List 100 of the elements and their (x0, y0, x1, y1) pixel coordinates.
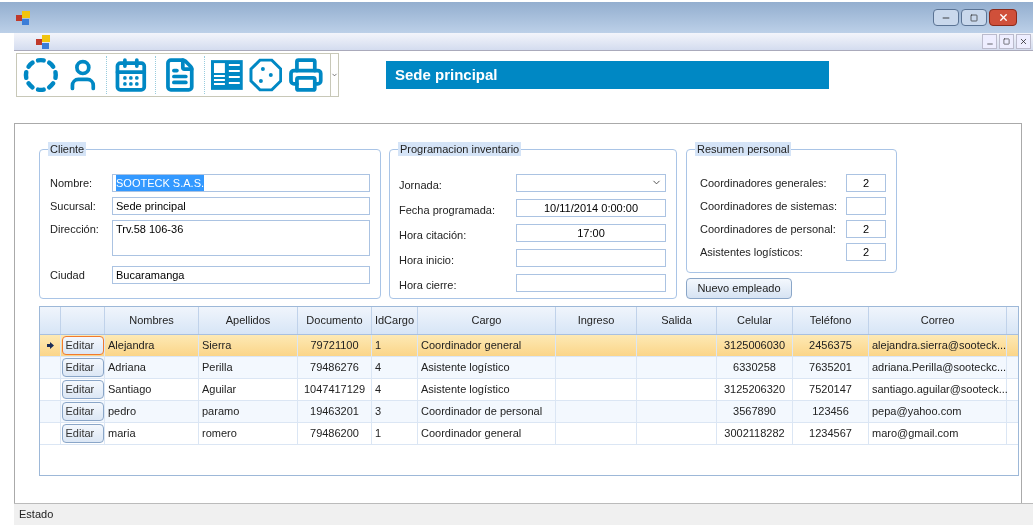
group-title: Resumen personal (695, 142, 792, 156)
table-cell-text: 79486200 (310, 426, 359, 442)
minimize-icon (985, 40, 994, 48)
status-text: Estado (19, 507, 54, 523)
field-label: Coordinadores generales: (700, 175, 828, 191)
table-cell-text: 19463201 (310, 404, 359, 420)
column-header[interactable]: IdCargo (372, 307, 418, 334)
table-cell-text: paramo (202, 404, 240, 420)
dropdown-field[interactable] (516, 174, 666, 192)
text-field[interactable]: 10/11/2014 0:00:00 (516, 199, 666, 217)
table-cell-text: 1 (375, 426, 382, 442)
table-cell-text: 79486276 (310, 360, 359, 376)
minimize-button[interactable] (933, 9, 959, 26)
close-button[interactable] (1016, 34, 1031, 49)
table-cell-text: Perilla (202, 360, 233, 376)
text-field[interactable]: 2 (846, 174, 886, 192)
field-label: Asistentes logísticos: (700, 244, 804, 260)
table-cell-text: 3002118282 (724, 426, 785, 442)
table-cell-text: 2456375 (809, 338, 852, 354)
text-field[interactable] (516, 249, 666, 267)
edit-button[interactable]: Editar (61, 380, 104, 399)
table-cell-text: pepa@yahoo.com (872, 404, 962, 420)
table-cell-text: adriana.Perilla@sooteckc... (872, 360, 1007, 376)
edit-button[interactable]: Editar (61, 424, 104, 443)
table-cell-text: 1234567 (809, 426, 852, 442)
table-cell-text: 123456 (812, 404, 849, 420)
table-cell-text: 1 (375, 338, 382, 354)
close-button[interactable] (989, 9, 1017, 26)
field-label: Dirección: (50, 222, 100, 237)
column-header[interactable]: Celular (717, 307, 793, 334)
column-header[interactable]: Nombres (105, 307, 199, 334)
table-icon[interactable] (210, 60, 243, 90)
restore-icon (1003, 38, 1010, 45)
field-label: Sucursal: (50, 199, 97, 214)
table-row[interactable]: Editar Alejandra Sierra 79721100 1 Coordinador general 3125006030 2456375 alejandra.sierra@sooteck... (40, 335, 1018, 357)
table-cell-text: Aguilar (202, 382, 237, 398)
column-header[interactable]: Documento (298, 307, 372, 334)
dashed-circle-icon[interactable] (23, 57, 59, 93)
column-header[interactable]: Correo (869, 307, 1007, 334)
table-cell-text: Adriana (108, 360, 146, 376)
table-cell-text: pedro (108, 404, 137, 420)
table-cell-text: maro@gmail.com (872, 426, 959, 442)
text-field[interactable]: Sede principal (112, 197, 370, 215)
field-label: Coordinadores de sistemas: (700, 198, 838, 214)
text-field[interactable]: Trv.58 106-36 (112, 220, 370, 256)
overflow-icon[interactable] (331, 71, 338, 79)
minimize-button[interactable] (982, 34, 997, 49)
table-cell-text: 1047417129 (303, 382, 366, 398)
printer-icon[interactable] (288, 57, 324, 93)
current-row-icon (46, 342, 54, 349)
close-icon (997, 12, 1009, 23)
document-icon (36, 34, 50, 49)
text-field[interactable] (516, 274, 666, 292)
column-header[interactable]: Apellidos (199, 307, 298, 334)
app-icon (16, 10, 30, 25)
octagon-icon[interactable] (248, 58, 283, 92)
maximize-icon (970, 13, 978, 22)
table-cell-text: 4 (375, 382, 382, 398)
table-cell-text: romero (202, 426, 237, 442)
table-cell-text: Coordinador general (421, 338, 522, 354)
table-row[interactable]: Editar Adriana Perilla 79486276 4 Asistente logístico 6330258 7635201 adriana.Perilla@sooteckc... (40, 357, 1018, 379)
table-cell-text: 6330258 (733, 360, 776, 376)
table-cell-text: 3125006030 (723, 338, 786, 354)
field-label: Hora inicio: (399, 253, 456, 268)
text-field[interactable]: 2 (846, 243, 886, 261)
table-cell-text: Coordinador general (421, 426, 522, 442)
table-row[interactable]: Editar Santiago Aguilar 1047417129 4 Asistente logístico 3125206320 7520147 santiago.aguilar@sooteck... (40, 379, 1018, 401)
table-cell-text: Asistente logístico (421, 360, 510, 376)
column-header[interactable]: Cargo (418, 307, 556, 334)
column-header[interactable]: Ingreso (556, 307, 637, 334)
group-title: Cliente (48, 142, 87, 156)
table-cell-text: Santiago (108, 382, 152, 398)
text-field[interactable] (846, 197, 886, 215)
table-cell-text: 4 (375, 360, 382, 376)
maximize-button[interactable] (961, 9, 987, 26)
table-row[interactable]: Editar pedro paramo 19463201 3 Coordinador de personal 3567890 123456 pepa@yahoo.com (40, 401, 1018, 423)
table-cell-text: maria (108, 426, 136, 442)
table-cell-text: alejandra.sierra@sooteck... (872, 338, 1007, 354)
table-cell-text: 7520147 (809, 382, 852, 398)
text-field[interactable]: 2 (846, 220, 886, 238)
text-field[interactable]: Bucaramanga (112, 266, 370, 284)
location-banner: Sede principal (386, 61, 829, 89)
column-header[interactable]: Salida (637, 307, 717, 334)
column-header[interactable]: Teléfono (793, 307, 869, 334)
field-label: Coordinadores de personal: (700, 221, 837, 237)
group-title: Programacion inventario (398, 142, 522, 156)
new-employee-button[interactable]: Nuevo empleado (686, 278, 792, 299)
field-label: Nombre: (50, 176, 94, 191)
table-cell-text: 7635201 (809, 360, 852, 376)
table-cell-text: Coordinador de personal (421, 404, 543, 420)
field-label: Hora citación: (399, 228, 468, 243)
table-cell-text: santiago.aguilar@sooteck... (872, 382, 1008, 398)
text-field[interactable]: 17:00 (516, 224, 666, 242)
edit-button[interactable]: Editar (61, 336, 104, 355)
table-cell-text: 79721100 (310, 338, 359, 354)
field-label: Jornada: (399, 178, 443, 193)
field-label: Ciudad (50, 268, 86, 283)
edit-button[interactable]: Editar (61, 358, 104, 377)
edit-button[interactable]: Editar (61, 402, 104, 421)
table-row[interactable]: Editar maria romero 79486200 1 Coordinador general 3002118282 1234567 maro@gmail.com (40, 423, 1018, 445)
